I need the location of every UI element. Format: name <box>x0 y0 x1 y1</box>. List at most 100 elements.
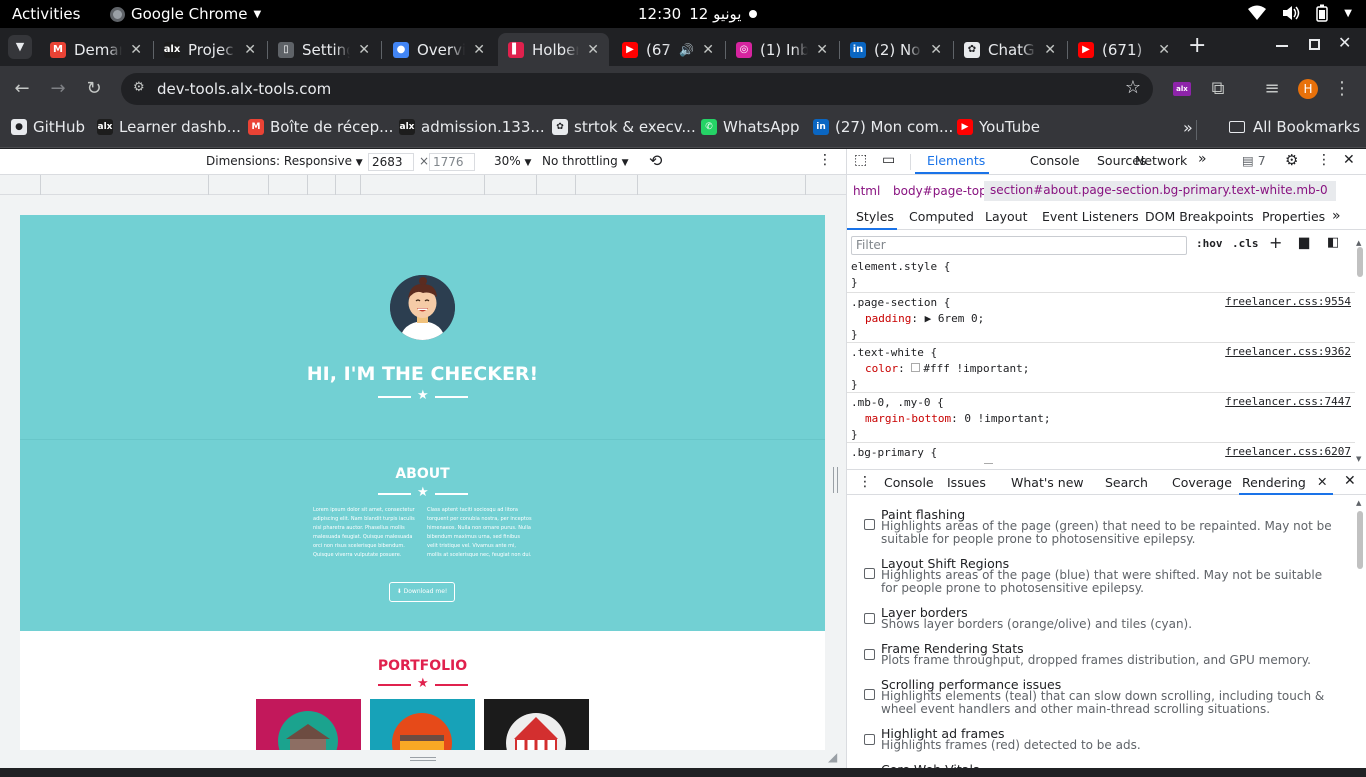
css-rule[interactable]: .bg-primary {freelancer.css:6207backgrou… <box>851 445 1351 464</box>
checkbox[interactable] <box>864 613 875 624</box>
css-value[interactable]: #fff !important; <box>923 362 1029 375</box>
portfolio-item-cake[interactable] <box>370 699 475 750</box>
breadcrumb-item[interactable]: html <box>853 184 880 198</box>
tab-search-button[interactable]: ▼ <box>8 35 32 59</box>
speaker-icon[interactable]: 🔊 <box>679 43 694 57</box>
drawer-tab-search[interactable]: Search <box>1105 475 1148 490</box>
maximize-button[interactable] <box>1309 39 1320 50</box>
alx-extension-icon[interactable]: alx <box>1173 82 1191 96</box>
dimensions-dropdown[interactable]: Dimensions: Responsive ▼ <box>206 154 363 168</box>
devtools-tab-elements[interactable]: Elements <box>927 153 985 168</box>
subtab-properties[interactable]: Properties <box>1262 209 1325 224</box>
drawer-tab-issues[interactable]: Issues <box>947 475 986 490</box>
tab-youtube[interactable]: ▶ (67 🔊 ✕ <box>612 33 724 66</box>
portfolio-item-cabin[interactable] <box>256 699 361 750</box>
css-rule[interactable]: element.style {} <box>851 259 1351 291</box>
color-swatch-icon[interactable] <box>911 363 921 372</box>
subtab-computed[interactable]: Computed <box>909 209 974 224</box>
portfolio-item-circus[interactable] <box>484 699 589 750</box>
close-tab-icon[interactable]: ✕ <box>816 42 828 58</box>
devtools-menu-icon[interactable]: ⋮ <box>1317 152 1331 168</box>
css-source-link[interactable]: freelancer.css:7447 <box>1225 395 1351 408</box>
tab-chrome[interactable]: ● Overvi ✕ <box>383 33 495 66</box>
drawer-tab-coverage[interactable]: Coverage <box>1172 475 1232 490</box>
css-source-link[interactable]: freelancer.css:9362 <box>1225 345 1351 358</box>
viewport-resizer[interactable]: ◢ <box>0 750 846 768</box>
css-value[interactable]: #78CDD2 !important; <box>996 462 1122 464</box>
bookmark-whatsapp[interactable]: ✆ WhatsApp <box>701 118 800 136</box>
close-tab-icon[interactable]: ✕ <box>1044 42 1056 58</box>
styles-filter-input[interactable]: Filter <box>851 236 1187 255</box>
issues-counter[interactable]: ▤ 7 <box>1242 153 1266 168</box>
new-tab-button[interactable]: + <box>1188 34 1206 58</box>
bookmark-star-icon[interactable]: ☆ <box>1125 77 1141 98</box>
zoom-dropdown[interactable]: 30% ▼ <box>494 154 531 168</box>
close-icon[interactable]: ✕ <box>1343 152 1355 168</box>
close-tab-icon[interactable]: ✕ <box>702 42 714 58</box>
address-bar[interactable]: ⚙ dev-tools.alx-tools.com ☆ <box>121 73 1153 105</box>
styles-scrollbar[interactable]: ▲ ▼ <box>1355 239 1365 467</box>
css-property[interactable]: background-color <box>865 462 971 464</box>
paint-brush-icon[interactable]: ▆ <box>1299 235 1309 250</box>
css-source-link[interactable]: freelancer.css:6207 <box>1225 445 1351 458</box>
close-tab-icon[interactable]: ✕ <box>473 42 485 58</box>
css-rule[interactable]: .text-white {freelancer.css:9362 color: #… <box>851 345 1351 393</box>
close-window-button[interactable]: ✕ <box>1338 33 1351 52</box>
chrome-menu-icon[interactable]: ⋮ <box>1330 78 1354 100</box>
minimize-button[interactable] <box>1276 45 1288 47</box>
drawer-tab-rendering[interactable]: Rendering <box>1242 475 1306 490</box>
color-swatch-icon[interactable] <box>984 463 994 464</box>
css-property[interactable]: color <box>865 362 898 375</box>
back-button[interactable]: ← <box>10 78 34 100</box>
close-tab-icon[interactable]: ✕ <box>930 42 942 58</box>
tab-gmail[interactable]: M Deman ✕ <box>40 33 152 66</box>
download-button[interactable]: ⬇ Download me! <box>389 582 455 602</box>
new-rule-plus-icon[interactable]: + <box>1269 233 1282 252</box>
tab-alx[interactable]: alx Projec ✕ <box>154 33 266 66</box>
drawer-tab-console[interactable]: Console <box>884 475 934 490</box>
bookmark-alx[interactable]: alx Learner dashb... <box>97 118 241 136</box>
checkbox[interactable] <box>864 734 875 745</box>
profile-avatar[interactable]: H <box>1298 79 1318 99</box>
checkbox[interactable] <box>864 649 875 660</box>
css-source-link[interactable]: freelancer.css:9554 <box>1225 295 1351 308</box>
throttling-dropdown[interactable]: No throttling ▼ <box>542 154 629 168</box>
app-menu[interactable]: Google Chrome ▼ <box>110 5 261 23</box>
system-tray[interactable]: ▼ <box>1248 4 1352 22</box>
more-subtabs-icon[interactable]: » <box>1332 208 1341 224</box>
hov-toggle[interactable]: :hov <box>1196 237 1223 250</box>
sidebar-toggle-icon[interactable]: ◧ <box>1327 235 1339 250</box>
bookmark-github[interactable]: ● GitHub <box>11 118 85 136</box>
clock[interactable]: 12:30 12 يونيو <box>638 5 758 23</box>
checkbox[interactable] <box>864 519 875 530</box>
tab-book[interactable]: ▯ Setting ✕ <box>268 33 380 66</box>
rotate-icon[interactable]: ⟲ <box>649 151 662 170</box>
more-bookmarks-chevron-icon[interactable]: » <box>1183 118 1193 137</box>
device-toggle-icon[interactable]: ▭ <box>882 152 895 168</box>
media-controls-icon[interactable]: ≡ <box>1260 78 1284 100</box>
css-rule[interactable]: .page-section {freelancer.css:9554 paddin… <box>851 295 1351 343</box>
tab-holberton[interactable]: ▌ Holber ✕ <box>498 33 609 66</box>
subtab-event-listeners[interactable]: Event Listeners <box>1042 209 1139 224</box>
device-toolbar-menu-icon[interactable]: ⋮ <box>818 152 832 168</box>
drawer-menu-icon[interactable]: ⋮ <box>858 474 872 490</box>
cls-toggle[interactable]: .cls <box>1232 237 1259 250</box>
bookmark-alx[interactable]: alx admission.133... <box>399 118 545 136</box>
close-tab-icon[interactable]: ✕ <box>130 42 142 58</box>
bookmark-chatgpt[interactable]: ✿ strtok & execv... <box>552 118 696 136</box>
drawer-tab-what-s-new[interactable]: What's new <box>1011 475 1084 490</box>
css-property[interactable]: margin-bottom <box>865 412 951 425</box>
all-bookmarks-button[interactable]: All Bookmarks <box>1229 118 1360 136</box>
close-tab-icon[interactable]: ✕ <box>1158 42 1170 58</box>
tab-youtube[interactable]: ▶ (671) ✕ <box>1068 33 1180 66</box>
reload-button[interactable]: ↻ <box>82 78 106 100</box>
devtools-tab-network[interactable]: Network <box>1135 153 1187 168</box>
more-tabs-icon[interactable]: » <box>1198 151 1207 167</box>
tab-linkedin[interactable]: in (2) No ✕ <box>840 33 952 66</box>
rendering-scrollbar[interactable]: ▲ <box>1355 499 1365 768</box>
css-value[interactable]: 0 !important; <box>964 412 1050 425</box>
subtab-layout[interactable]: Layout <box>985 209 1028 224</box>
subtab-styles[interactable]: Styles <box>856 209 894 224</box>
extensions-puzzle-icon[interactable]: ⧉ <box>1206 78 1230 100</box>
split-handle[interactable] <box>833 467 838 493</box>
